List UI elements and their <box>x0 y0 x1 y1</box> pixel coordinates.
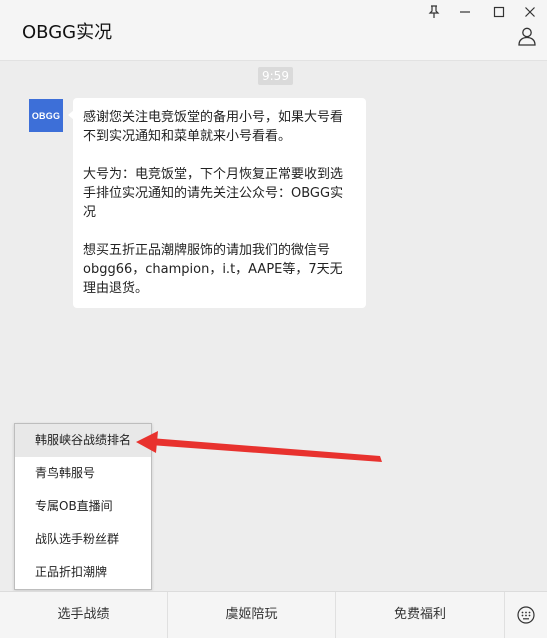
menu-item-fan-group[interactable]: 战队选手粉丝群 <box>15 523 151 556</box>
keyboard-icon[interactable] <box>505 592 547 638</box>
bottom-menu-bar: 选手战绩 虞姬陪玩 免费福利 <box>0 591 547 638</box>
minimize-icon[interactable] <box>453 2 477 22</box>
close-icon[interactable] <box>518 2 542 22</box>
message-timestamp: 9:59 <box>258 67 293 85</box>
message-paragraph: 大号为：电竞饭堂，下个月恢复正常要收到选手排位实况通知的请先关注公众号：OBGG… <box>83 167 344 220</box>
bottom-menu-free-benefits[interactable]: 免费福利 <box>336 592 505 638</box>
menu-item-account[interactable]: 青鸟韩服号 <box>15 457 151 490</box>
maximize-icon[interactable] <box>487 2 511 22</box>
pin-icon[interactable] <box>422 2 446 22</box>
chat-title: OBGG实况 <box>22 22 113 43</box>
arrow-shaft <box>150 438 382 462</box>
avatar[interactable]: OBGG <box>29 99 63 132</box>
bottom-menu-companion[interactable]: 虞姬陪玩 <box>168 592 336 638</box>
title-bar: OBGG实况 <box>0 0 547 61</box>
menu-item-rank[interactable]: 韩服峡谷战绩排名 <box>15 424 151 457</box>
menu-item-brand-discount[interactable]: 正品折扣潮牌 <box>15 556 151 589</box>
bottom-menu-player-stats[interactable]: 选手战绩 <box>0 592 168 638</box>
message-paragraph: 感谢您关注电竞饭堂的备用小号，如果大号看不到实况通知和菜单就来小号看看。 <box>83 110 344 144</box>
menu-item-live-room[interactable]: 专属OB直播间 <box>15 490 151 523</box>
message-bubble: 感谢您关注电竞饭堂的备用小号，如果大号看不到实况通知和菜单就来小号看看。 大号为… <box>68 98 366 308</box>
person-icon[interactable] <box>517 26 541 50</box>
submenu-popup: 韩服峡谷战绩排名 青鸟韩服号 专属OB直播间 战队选手粉丝群 正品折扣潮牌 <box>14 423 152 590</box>
message-paragraph: 想买五折正品潮牌服饰的请加我们的微信号obgg66，champion，i.t，A… <box>83 243 343 296</box>
